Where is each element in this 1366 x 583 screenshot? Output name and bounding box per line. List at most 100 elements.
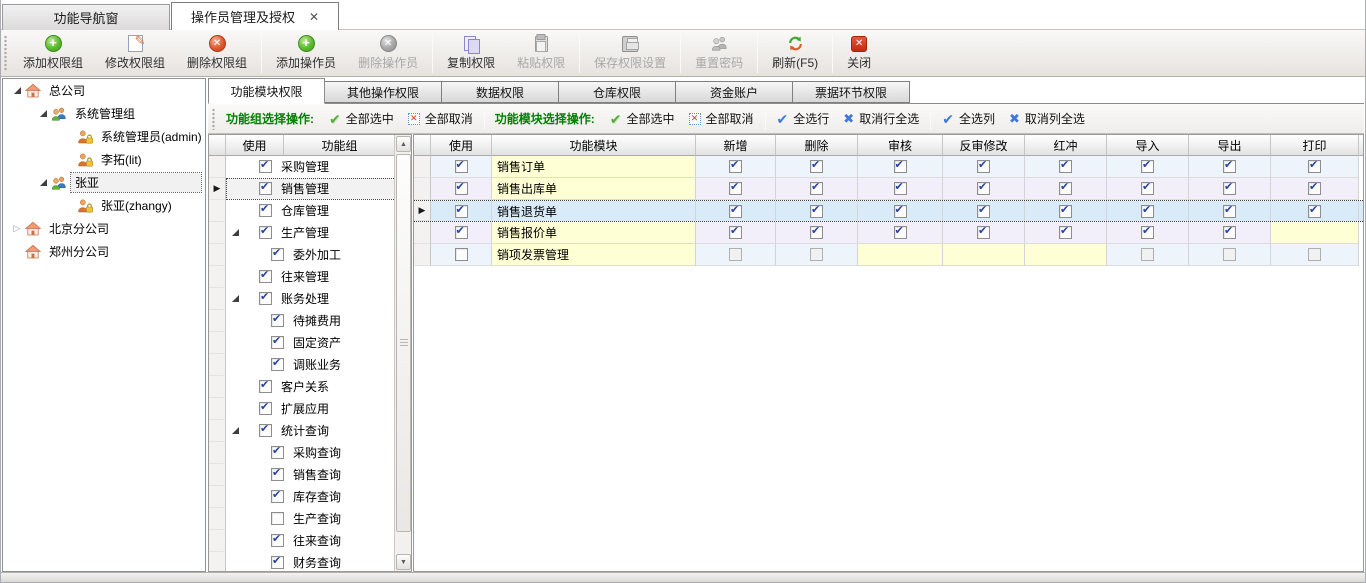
permission-checkbox[interactable]: [1223, 160, 1236, 173]
module-grid-header[interactable]: 导入: [1107, 135, 1189, 156]
permission-checkbox[interactable]: [729, 182, 742, 195]
module-grid-header[interactable]: 打印: [1271, 135, 1359, 156]
perm-tab-6[interactable]: 票据环节权限: [793, 81, 910, 103]
group-row[interactable]: 库存查询: [209, 486, 411, 508]
scroll-down-button[interactable]: ▼: [396, 554, 411, 570]
permission-checkbox[interactable]: [810, 160, 823, 173]
group-grid-scrollbar[interactable]: ▲▼: [394, 135, 411, 571]
module-grid-header[interactable]: 新增: [696, 135, 776, 156]
selection-action-button[interactable]: ✖取消列全选: [1002, 108, 1092, 129]
permission-checkbox[interactable]: [1141, 205, 1154, 218]
group-use-checkbox[interactable]: [259, 402, 272, 415]
toolbar-button-1[interactable]: 添加权限组: [12, 32, 94, 74]
permission-checkbox[interactable]: [1059, 182, 1072, 195]
perm-tab-4[interactable]: 仓库权限: [559, 81, 676, 103]
group-row[interactable]: 销售查询: [209, 464, 411, 486]
tree-expander[interactable]: [37, 179, 49, 186]
group-use-checkbox[interactable]: [259, 424, 272, 437]
group-grid-header-group[interactable]: 功能组: [284, 135, 396, 156]
expanded-arrow-icon[interactable]: [232, 229, 239, 236]
group-row[interactable]: 固定资产: [209, 332, 411, 354]
tree-item[interactable]: 总公司: [3, 79, 205, 102]
group-use-checkbox[interactable]: [259, 380, 272, 393]
group-use-checkbox[interactable]: [271, 336, 284, 349]
permission-checkbox[interactable]: [1141, 182, 1154, 195]
group-row[interactable]: 往来查询: [209, 530, 411, 552]
tree-expander[interactable]: [37, 110, 49, 117]
group-row[interactable]: 扩展应用: [209, 398, 411, 420]
module-grid-header[interactable]: 反审修改: [943, 135, 1025, 156]
tree-item[interactable]: 张亚: [3, 171, 205, 194]
group-use-checkbox[interactable]: [271, 534, 284, 547]
selection-action-button[interactable]: ✕全部取消: [401, 108, 480, 129]
toolbar-button-5[interactable]: 删除操作员: [347, 32, 429, 74]
permission-checkbox[interactable]: [977, 205, 990, 218]
permission-checkbox[interactable]: [729, 226, 742, 239]
module-row[interactable]: 销售报价单: [414, 222, 1363, 244]
group-row[interactable]: 统计查询: [209, 420, 411, 442]
module-use-checkbox[interactable]: [455, 248, 468, 261]
group-row[interactable]: 仓库管理: [209, 200, 411, 222]
toolbar-button-8[interactable]: 保存权限设置: [583, 32, 677, 74]
toolbar-button-7[interactable]: 粘贴权限: [506, 32, 576, 74]
module-use-checkbox[interactable]: [455, 182, 468, 195]
permission-checkbox[interactable]: [729, 248, 742, 261]
permission-checkbox[interactable]: [729, 205, 742, 218]
module-row[interactable]: 销售出库单: [414, 178, 1363, 200]
group-grid-header-use[interactable]: 使用: [226, 135, 284, 156]
module-grid-header[interactable]: 审核: [858, 135, 943, 156]
module-grid-header[interactable]: 使用: [431, 135, 492, 156]
group-use-checkbox[interactable]: [271, 446, 284, 459]
permission-checkbox[interactable]: [977, 182, 990, 195]
permission-checkbox[interactable]: [1141, 248, 1154, 261]
group-row[interactable]: 往来管理: [209, 266, 411, 288]
scroll-up-button[interactable]: ▲: [396, 136, 411, 152]
group-use-checkbox[interactable]: [271, 314, 284, 327]
group-use-checkbox[interactable]: [271, 512, 284, 525]
permission-checkbox[interactable]: [1308, 248, 1321, 261]
toolbar-button-4[interactable]: 添加操作员: [265, 32, 347, 74]
permission-checkbox[interactable]: [810, 226, 823, 239]
group-row[interactable]: 采购管理: [209, 156, 411, 178]
group-row[interactable]: 调账业务: [209, 354, 411, 376]
perm-tab-2[interactable]: 其他操作权限: [325, 81, 442, 103]
perm-tab-3[interactable]: 数据权限: [442, 81, 559, 103]
permission-checkbox[interactable]: [1223, 205, 1236, 218]
permission-checkbox[interactable]: [1059, 160, 1072, 173]
selection-action-button[interactable]: ✕全部取消: [682, 108, 761, 129]
permission-checkbox[interactable]: [810, 205, 823, 218]
tree-item[interactable]: 系统管理员(admin): [3, 125, 205, 148]
permission-checkbox[interactable]: [729, 160, 742, 173]
group-row[interactable]: 账务处理: [209, 288, 411, 310]
group-use-checkbox[interactable]: [259, 226, 272, 239]
toolbar-button-6[interactable]: 复制权限: [436, 32, 506, 74]
selection-action-button[interactable]: ✔全选行: [770, 108, 837, 129]
permission-checkbox[interactable]: [1308, 160, 1321, 173]
group-row[interactable]: 生产管理: [209, 222, 411, 244]
close-tab-icon[interactable]: ✕: [309, 11, 319, 23]
selection-action-button[interactable]: ✔全部选中: [322, 108, 401, 129]
tree-item[interactable]: 系统管理组: [3, 102, 205, 125]
group-row[interactable]: 待摊费用: [209, 310, 411, 332]
module-grid-header[interactable]: 导出: [1189, 135, 1271, 156]
module-use-checkbox[interactable]: [455, 205, 468, 218]
tree-item[interactable]: 李拓(lit): [3, 148, 205, 171]
expanded-arrow-icon[interactable]: [232, 427, 239, 434]
group-use-checkbox[interactable]: [259, 292, 272, 305]
tree-expander[interactable]: [11, 87, 23, 94]
group-row[interactable]: 客户关系: [209, 376, 411, 398]
module-row[interactable]: 销项发票管理: [414, 244, 1363, 266]
group-use-checkbox[interactable]: [271, 556, 284, 569]
module-use-checkbox[interactable]: [455, 160, 468, 173]
group-use-checkbox[interactable]: [271, 468, 284, 481]
permission-checkbox[interactable]: [1223, 226, 1236, 239]
permission-checkbox[interactable]: [1308, 182, 1321, 195]
permission-checkbox[interactable]: [1308, 205, 1321, 218]
expanded-arrow-icon[interactable]: [232, 295, 239, 302]
permission-checkbox[interactable]: [894, 205, 907, 218]
toolbar-button-9[interactable]: 重置密码: [684, 32, 754, 74]
toolbar-button-11[interactable]: 关闭: [836, 32, 882, 74]
selection-action-button[interactable]: ✔全部选中: [603, 108, 682, 129]
tree-item[interactable]: ▷北京分公司: [3, 217, 205, 240]
module-use-checkbox[interactable]: [455, 226, 468, 239]
